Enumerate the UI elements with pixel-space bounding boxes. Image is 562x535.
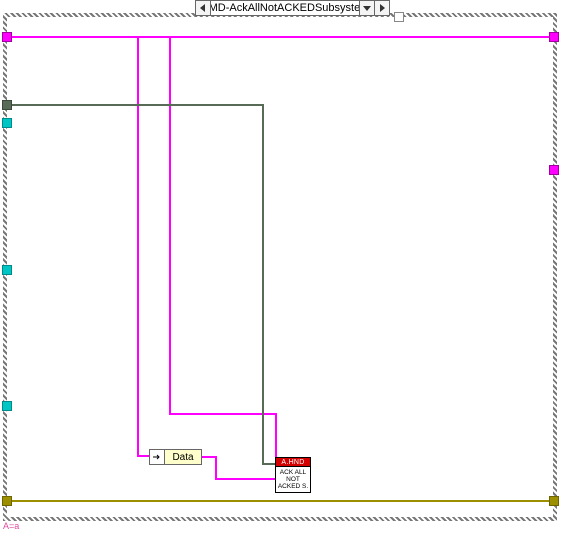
unbundle-field-label: Data [165,450,201,464]
wire-ref-h [9,104,264,106]
subvi-header: A.HND [275,457,311,467]
case-dropdown-arrow[interactable] [359,1,374,15]
unbundle-by-name-node[interactable]: Data [149,449,202,465]
tunnel-left-error [2,496,12,506]
tunnel-left-cluster [2,32,12,42]
wire-cluster-top [9,36,551,38]
diagram-stage: "CMD-AckAllNotACKEDSubsystem" Data A.HND… [0,0,562,535]
subvi-ack-handler[interactable]: A.HND ACK ALL NOT ACKED S. [275,457,311,493]
wire-cluster-to-unbundle-v [137,36,139,456]
tunnel-left-cyan-3 [2,401,12,411]
wire-cluster-branch2-v [169,36,171,414]
wire-data-out-h2 [215,478,276,480]
unbundle-input-icon [150,450,165,464]
tunnel-top [394,12,404,22]
wire-cluster-branch2-h [169,413,277,415]
wire-data-out-v [215,456,217,478]
tunnel-left-cyan-2 [2,265,12,275]
case-selector-label: "CMD-AckAllNotACKEDSubsystem" [211,1,359,15]
tunnel-left-cyan-1 [2,118,12,128]
case-structure-frame [3,13,557,521]
tunnel-left-ref [2,100,12,110]
wire-ref-v [262,104,264,464]
tunnel-right-cluster [549,32,559,42]
case-next-arrow[interactable] [374,1,389,15]
tunnel-right-magenta-2 [549,165,559,175]
wire-error [9,500,551,502]
corner-label: A=a [3,521,19,531]
tunnel-right-error [549,496,559,506]
subvi-body-label: ACK ALL NOT ACKED S. [275,467,311,493]
case-selector[interactable]: "CMD-AckAllNotACKEDSubsystem" [195,0,390,16]
case-prev-arrow[interactable] [196,1,211,15]
